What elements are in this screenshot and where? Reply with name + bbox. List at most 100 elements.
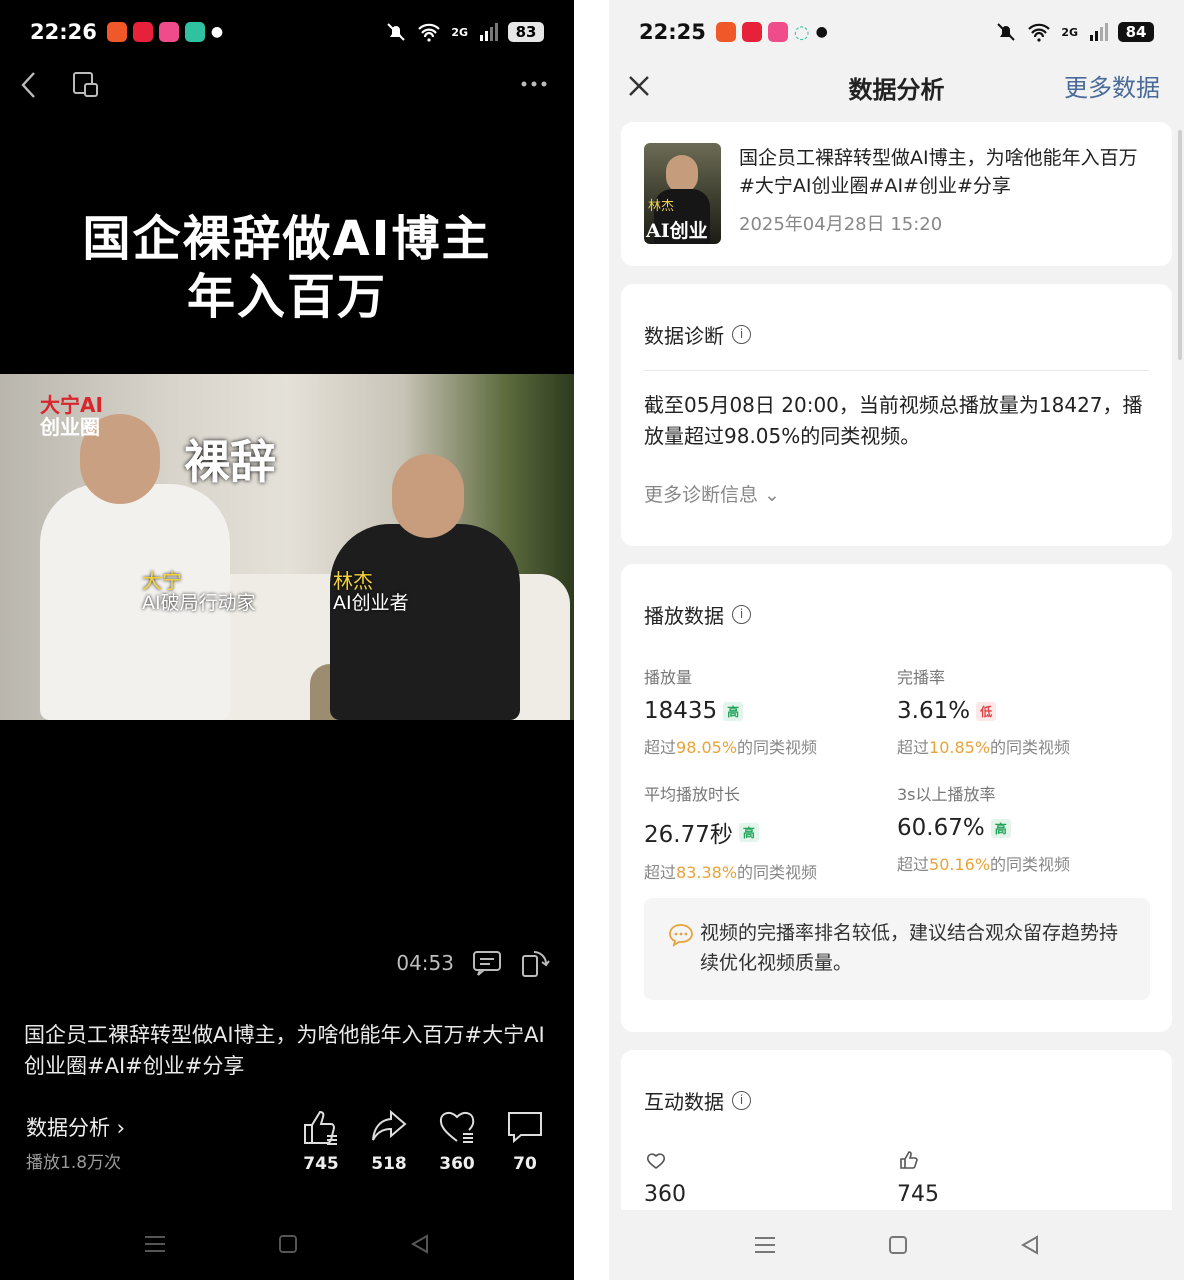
data-analysis-screen: 22:25 ◌ ● 2G 84 数据分析 更多数据 林杰 AI创业 国企员工裸辞… (609, 0, 1184, 1280)
app-icon (184, 22, 205, 42)
thumb-text: AI创业 (646, 220, 708, 242)
like-total: 745 (897, 1182, 939, 1207)
cover-title-line: 年入百万 (186, 269, 387, 325)
share-arrow-icon (372, 1109, 407, 1141)
video-person-right-head (392, 454, 464, 538)
metric-compare: 超过10.85%的同类视频 (897, 734, 1070, 758)
video-overlay-text: 裸辞 (184, 435, 276, 489)
metric-label: 平均播放时长 (644, 785, 741, 804)
metric-completion: 完播率 3.61% 低 超过10.85%的同类视频 (897, 664, 1070, 758)
heart-icon (439, 1111, 475, 1143)
speaker-name: 大宁 (142, 569, 182, 593)
share-button[interactable]: 518 (362, 1108, 416, 1174)
info-icon[interactable]: i (732, 1091, 751, 1110)
home-nav-icon[interactable] (277, 1233, 299, 1255)
compare-pre: 超过 (644, 863, 677, 882)
metric-value: 60.67% 高 (897, 815, 1070, 841)
player-meta-row: 04:53 (396, 948, 550, 978)
network-type: 2G (1061, 25, 1078, 39)
system-nav-bar (0, 1208, 574, 1280)
page-header: 数据分析 更多数据 (609, 62, 1184, 112)
compare-pct: 10.85% (929, 738, 991, 757)
comment-count: 70 (513, 1154, 537, 1174)
screenshot-gap (574, 0, 609, 1280)
mute-bell-icon (997, 23, 1016, 41)
favorite-total: 360 (644, 1182, 686, 1207)
player-bottom-bar: 数据分析 › 播放1.8万次 745 518 360 70 (0, 1108, 574, 1188)
back-nav-icon[interactable] (1019, 1234, 1041, 1256)
more-data-link[interactable]: 更多数据 (1064, 68, 1160, 103)
compare-pct: 98.05% (676, 738, 738, 757)
app-icon: ◌ (793, 21, 810, 43)
speaker-name: 林杰 (333, 569, 373, 593)
favorite-button[interactable]: 360 (430, 1108, 484, 1174)
channel-watermark: 大宁AI 创业圈 (40, 394, 103, 438)
comment-button[interactable]: 70 (498, 1108, 552, 1174)
speaker-role: AI创业者 (333, 592, 409, 614)
watermark-bottom: 创业圈 (40, 415, 100, 439)
divider (644, 370, 1149, 371)
rotate-screen-icon[interactable] (520, 948, 550, 978)
info-icon[interactable]: i (732, 605, 751, 624)
menu-nav-icon[interactable] (143, 1234, 167, 1254)
chat-bubble-icon (669, 924, 693, 947)
thumb-head (666, 155, 698, 193)
metric-compare: 超过83.38%的同类视频 (644, 859, 817, 883)
app-icon (767, 22, 788, 42)
wifi-icon (418, 23, 441, 42)
status-time: 22:26 (30, 20, 97, 44)
compare-pre: 超过 (644, 738, 677, 757)
heart-icon (646, 1153, 666, 1169)
data-diagnosis-card: 数据诊断 i 截至05月08日 20:00，当前视频总播放量为18427，播放量… (621, 284, 1172, 546)
favorite-count: 360 (439, 1154, 475, 1174)
more-diagnosis-toggle[interactable]: 更多诊断信息 ⌄ (644, 480, 780, 507)
data-analysis-link[interactable]: 数据分析 › (26, 1112, 125, 1142)
metric-number: 3.61% (897, 698, 971, 724)
thumbs-up-icon (900, 1151, 918, 1169)
play-data-card: 播放数据 i 播放量 18435 高 超过98.05%的同类视频 完播率 3.61… (621, 564, 1172, 1032)
suggestion-box: 视频的完播率排名较低，建议结合观众留存趋势持续优化视频质量。 (644, 898, 1150, 1000)
player-top-bar (0, 66, 574, 106)
back-arrow-icon[interactable] (18, 70, 40, 100)
comment-bubble-icon (508, 1112, 542, 1144)
metric-tag-low: 低 (976, 701, 997, 721)
video-info-card[interactable]: 林杰 AI创业 国企员工裸辞转型做AI博主，为啥他能年入百万#大宁AI创业圈#A… (621, 122, 1172, 266)
video-person-right (330, 524, 520, 720)
back-nav-icon[interactable] (409, 1233, 431, 1255)
metric-label: 完播率 (897, 668, 946, 687)
pip-icon[interactable] (72, 70, 100, 100)
menu-nav-icon[interactable] (753, 1235, 777, 1255)
metric-tag-high: 高 (723, 701, 744, 721)
scrollbar[interactable] (1178, 130, 1182, 360)
metric-3s-rate: 3s以上播放率 60.67% 高 超过50.16%的同类视频 (897, 781, 1070, 875)
info-icon[interactable]: i (732, 325, 751, 344)
diagnosis-text: 截至05月08日 20:00，当前视频总播放量为18427，播放量超过98.05… (644, 393, 1143, 448)
like-count: 745 (303, 1154, 339, 1174)
compare-pre: 超过 (897, 855, 930, 874)
section-title-text: 播放数据 (644, 604, 724, 628)
video-duration: 04:53 (396, 951, 454, 975)
status-bar: 22:25 ◌ ● 2G 84 (609, 0, 1184, 64)
compare-post: 的同类视频 (737, 738, 818, 757)
danmaku-icon[interactable] (472, 949, 502, 977)
video-publish-date: 2025年04月28日 15:20 (739, 214, 943, 235)
network-type: 2G (451, 25, 468, 39)
metric-value: 18435 高 (644, 698, 817, 724)
thumb-name: 林杰 (648, 199, 675, 214)
section-title-text: 互动数据 (644, 1090, 724, 1114)
home-nav-icon[interactable] (887, 1234, 909, 1256)
section-title: 互动数据 i (644, 1086, 751, 1115)
status-bar: 22:26 ● 2G 83 (0, 0, 574, 64)
like-button[interactable]: 745 (294, 1108, 348, 1174)
cover-title-line: 国企裸辞做AI博主 (82, 211, 492, 267)
metric-avg-duration: 平均播放时长 26.77秒高 超过83.38%的同类视频 (644, 781, 817, 883)
action-buttons: 745 518 360 70 (294, 1108, 552, 1174)
video-frame[interactable]: 大宁AI 创业圈 裸辞 大宁 AI破局行动家 林杰 AI创业者 (0, 374, 574, 720)
metric-tag-high: 高 (738, 822, 759, 842)
more-dots-icon[interactable] (520, 80, 550, 88)
video-player-screen: 22:26 ● 2G 83 国企裸辞做AI博主 年入百万 大宁AI 创业圈 裸辞… (0, 0, 574, 1280)
metric-tag-high: 高 (990, 818, 1011, 838)
watermark-top: 大宁AI (40, 393, 103, 417)
compare-pct: 50.16% (929, 855, 991, 874)
dot-icon: ● (210, 24, 224, 40)
